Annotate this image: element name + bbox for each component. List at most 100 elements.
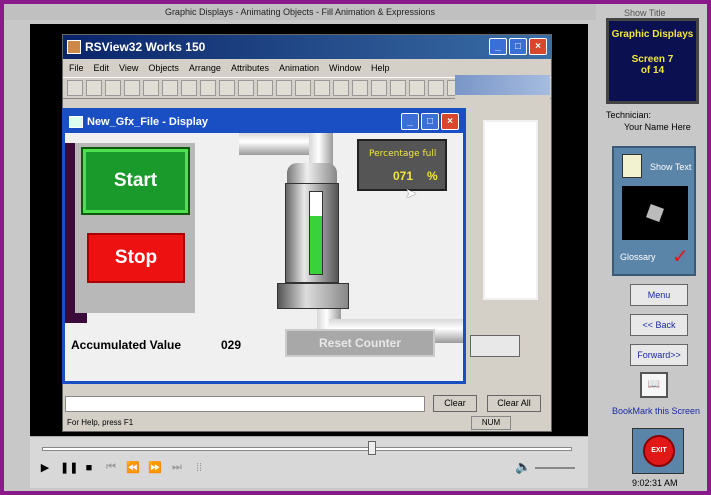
maximize-button[interactable]: □ xyxy=(509,38,527,55)
display-minimize-button[interactable]: _ xyxy=(401,113,419,130)
clear-all-button[interactable]: Clear All xyxy=(487,395,541,412)
menu-help[interactable]: Help xyxy=(371,59,390,77)
grid-icon[interactable]: ⁞⁞ xyxy=(192,462,206,474)
display-title: New_Gfx_File - Display xyxy=(87,116,209,128)
play-icon[interactable]: ▶ xyxy=(38,461,52,474)
display-title-bar: New_Gfx_File - Display _ □ × xyxy=(65,111,463,133)
display-icon xyxy=(69,116,83,128)
preview-image xyxy=(622,186,688,240)
toolbar-icon[interactable] xyxy=(67,80,83,96)
skip-end-icon[interactable]: ⏭ xyxy=(170,461,184,474)
screen-title: Graphic Displays xyxy=(611,29,694,40)
toolbar-icon[interactable] xyxy=(143,80,159,96)
toolbar-icon[interactable] xyxy=(181,80,197,96)
rsview-title-bar: RSView32 Works 150 _ □ × xyxy=(63,35,551,59)
glossary-link[interactable]: Glossary xyxy=(620,252,656,262)
toolbar-icon[interactable] xyxy=(276,80,292,96)
toolbar-icon[interactable] xyxy=(162,80,178,96)
notepad-icon[interactable] xyxy=(622,154,642,178)
back-button[interactable]: << Back xyxy=(630,314,688,336)
show-text-link[interactable]: Show Text xyxy=(650,162,691,172)
exit-frame: EXIT xyxy=(632,428,684,474)
start-button[interactable]: Start xyxy=(81,147,190,215)
activity-bar: Clear Clear All xyxy=(63,393,551,415)
seek-track[interactable] xyxy=(42,447,572,451)
toolbar-icon[interactable] xyxy=(238,80,254,96)
toolbar-icon[interactable] xyxy=(200,80,216,96)
tank-base xyxy=(277,283,349,309)
background-window-pane xyxy=(483,120,538,300)
forward-button[interactable]: Forward>> xyxy=(630,344,688,366)
toolbar-icon[interactable] xyxy=(314,80,330,96)
percentage-value: 071 xyxy=(393,169,414,183)
menu-attributes[interactable]: Attributes xyxy=(231,59,269,77)
mouse-cursor-icon: ➤ xyxy=(405,185,417,201)
menu-view[interactable]: View xyxy=(119,59,138,77)
background-window-title xyxy=(455,75,550,95)
fast-forward-icon[interactable]: ⏩ xyxy=(148,461,162,474)
clock: 9:02:31 AM xyxy=(632,478,678,488)
display-close-button[interactable]: × xyxy=(441,113,459,130)
percentage-display: Percentage full 071 % xyxy=(357,139,447,191)
toolbar-icon[interactable] xyxy=(295,80,311,96)
cube-icon xyxy=(646,204,664,222)
volume-slider[interactable] xyxy=(535,467,575,469)
toolbar-icon[interactable] xyxy=(371,80,387,96)
status-text: For Help, press F1 xyxy=(67,418,134,427)
close-button[interactable]: × xyxy=(529,38,547,55)
seek-handle[interactable] xyxy=(368,441,376,455)
menu-button[interactable]: Menu xyxy=(630,284,688,306)
toolbar-icon[interactable] xyxy=(333,80,349,96)
toolbar-icon[interactable] xyxy=(428,80,444,96)
rewind-icon[interactable]: ⏪ xyxy=(126,461,140,474)
course-sidebar: Show Title Graphic Displays Screen 7 of … xyxy=(598,4,707,491)
menu-arrange[interactable]: Arrange xyxy=(189,59,221,77)
toolbar-icon[interactable] xyxy=(219,80,235,96)
accumulated-value: 029 xyxy=(221,338,242,352)
pause-icon[interactable]: ❚❚ xyxy=(60,461,78,474)
display-window: New_Gfx_File - Display _ □ × Start Stop … xyxy=(62,108,466,384)
toolbar-icon[interactable] xyxy=(409,80,425,96)
toolbar-icon[interactable] xyxy=(105,80,121,96)
volume-icon[interactable]: 🔈 xyxy=(515,459,531,475)
menu-file[interactable]: File xyxy=(69,59,84,77)
show-title-checkbox[interactable]: Show Title xyxy=(624,8,666,18)
pipe-top xyxy=(239,133,309,155)
skip-start-icon[interactable]: ⏮ xyxy=(104,461,118,474)
screen-total: of 14 xyxy=(640,65,665,76)
display-canvas: Start Stop Percentage full 071 % ➤ Accum… xyxy=(65,133,463,381)
exit-button[interactable]: EXIT xyxy=(643,435,675,467)
media-player: ▶ ❚❚ ■ ⏮ ⏪ ⏩ ⏭ ⁞⁞ 🔈 xyxy=(30,436,588,488)
clear-button[interactable]: Clear xyxy=(433,395,477,412)
accumulated-label: Accumulated Value xyxy=(71,338,182,352)
background-window-box xyxy=(470,335,520,357)
bookmark-link[interactable]: BookMark this Screen xyxy=(612,406,700,416)
media-panel: Show Text Glossary ✓ xyxy=(612,146,696,276)
display-maximize-button[interactable]: □ xyxy=(421,113,439,130)
minimize-button[interactable]: _ xyxy=(489,38,507,55)
menu-edit[interactable]: Edit xyxy=(94,59,110,77)
checkmark-icon: ✓ xyxy=(672,246,689,268)
reset-counter-button[interactable]: Reset Counter xyxy=(285,329,435,357)
stop-icon[interactable]: ■ xyxy=(82,462,96,474)
app-icon xyxy=(67,40,81,54)
screen-indicator: Graphic Displays Screen 7 of 14 xyxy=(606,18,699,104)
menu-animation[interactable]: Animation xyxy=(279,59,319,77)
stop-button[interactable]: Stop xyxy=(87,233,185,283)
toolbar-icon[interactable] xyxy=(257,80,273,96)
technician-label: Technician: xyxy=(606,110,652,120)
percentage-title: Percentage full xyxy=(369,149,437,159)
tank-fill xyxy=(310,215,322,274)
toolbar-icon[interactable] xyxy=(390,80,406,96)
activity-field[interactable] xyxy=(65,396,425,412)
book-icon[interactable]: 📖 xyxy=(640,372,668,398)
rsview-title: RSView32 Works 150 xyxy=(85,40,206,54)
toolbar-icon[interactable] xyxy=(352,80,368,96)
toolbar-icon[interactable] xyxy=(86,80,102,96)
screen-number: Screen 7 xyxy=(631,54,674,65)
course-title: Graphic Displays - Animating Objects - F… xyxy=(4,4,596,20)
menu-objects[interactable]: Objects xyxy=(148,59,179,77)
menu-window[interactable]: Window xyxy=(329,59,361,77)
tank-cap xyxy=(287,163,337,185)
toolbar-icon[interactable] xyxy=(124,80,140,96)
